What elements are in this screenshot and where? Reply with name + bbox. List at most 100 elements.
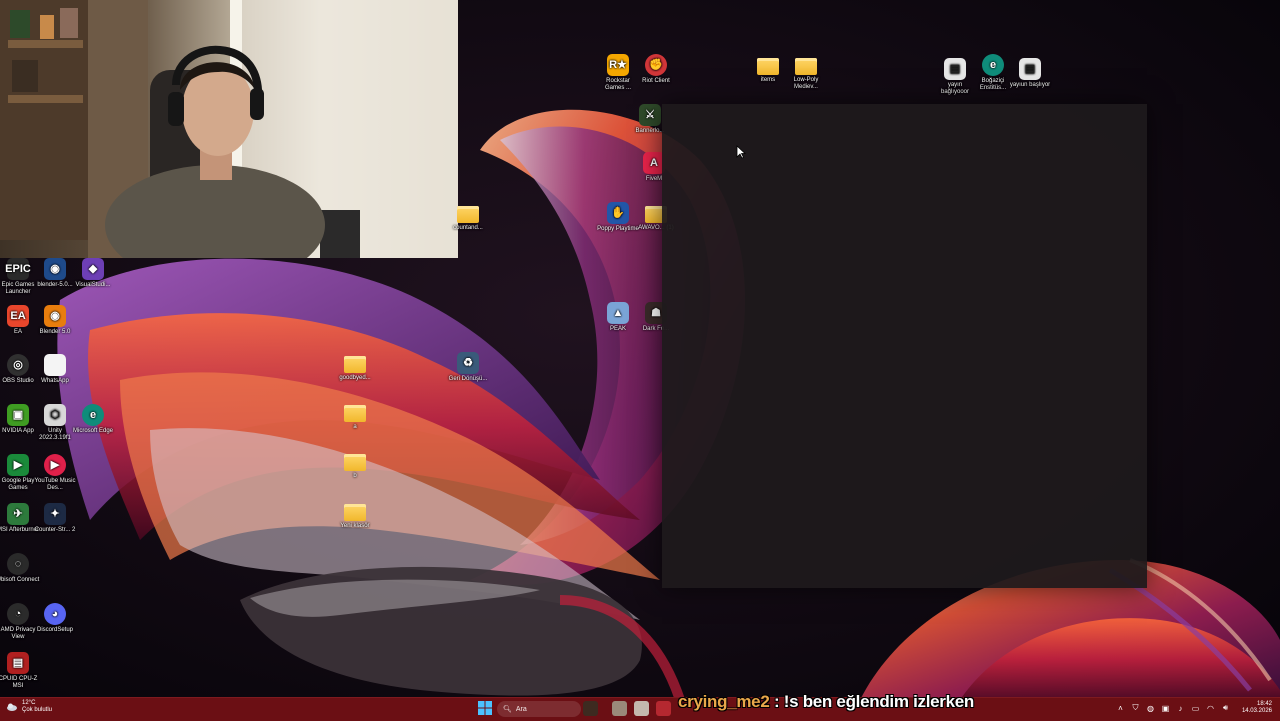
whatsapp-app-icon xyxy=(44,354,66,376)
weather-temp: 12°C xyxy=(22,700,36,706)
folder-icon xyxy=(344,405,366,422)
desktop-icon-label: VisualStudi... xyxy=(75,282,111,288)
discordsetup-app-icon: ◕ xyxy=(44,603,66,625)
desktop-icon-label: countand... xyxy=(453,225,483,231)
peak-app-icon: ▲ xyxy=(607,302,629,324)
chat-separator: : xyxy=(773,692,780,711)
desktop-icon-label: DiscordSetup xyxy=(36,627,74,633)
gpu-icon[interactable]: ▣ xyxy=(1161,704,1170,713)
taskbar-app-active[interactable] xyxy=(656,701,671,716)
amdprivacy-app-icon: ◔ xyxy=(7,603,29,625)
system-tray: ˄ ⛉ ◍ ▣ ♪ ▭ ◠ 🔊︎ 18:42 14.03.2026 xyxy=(1116,701,1272,715)
cs2-app-icon: ✦ xyxy=(44,503,66,525)
desktop-icon-label: Yeni klasör xyxy=(340,523,370,529)
desktop-icon-countand[interactable]: countand... xyxy=(446,202,490,232)
yayinbaglyoor-app-icon: ▤ xyxy=(944,58,966,80)
shield-icon[interactable]: ⛉ xyxy=(1131,703,1140,713)
desktop-icon-riot[interactable]: ✊ Riot Client xyxy=(634,54,678,85)
blender50a-app-icon: ◉ xyxy=(44,258,66,280)
desktop-icon-label: YouTube Music Des... xyxy=(34,478,76,491)
desktop-icon-label: Microsoft Edge xyxy=(72,428,114,434)
chat-message: !s ben eğlendim izlerken xyxy=(783,692,975,711)
nvidia-app-icon: ▣ xyxy=(7,404,29,426)
chevron-up-icon[interactable]: ˄ xyxy=(1116,704,1125,713)
cpuid-app-icon: ▤ xyxy=(7,652,29,674)
dark-overlay-window[interactable] xyxy=(662,104,1147,588)
cloud-icon xyxy=(7,703,17,711)
folder-icon xyxy=(795,58,817,75)
weather-widget[interactable]: 12°C Çok bulutlu xyxy=(6,700,52,714)
chat-username: crying_me2 xyxy=(678,692,770,711)
rockstar-app-icon: R★ xyxy=(607,54,629,76)
desktop-icon-label: goodbyed... xyxy=(339,375,371,381)
taskbar-app-files[interactable] xyxy=(612,701,627,716)
mic-icon[interactable]: ♪ xyxy=(1176,704,1185,713)
desktop-icon-label: yayıun başlıyor xyxy=(1009,82,1051,88)
poppy-app-icon: ✋ xyxy=(607,202,629,224)
desktop-icon-folder_b[interactable]: b xyxy=(333,450,377,480)
monitor-icon[interactable]: ▭ xyxy=(1191,704,1200,713)
folder-icon xyxy=(457,206,479,223)
desktop-icon-blender50[interactable]: ◉ Blender 5.0 xyxy=(33,305,77,336)
folder-icon xyxy=(344,356,366,373)
volume-icon[interactable]: 🔊︎ xyxy=(1221,703,1230,713)
yayinbasliyor-app-icon: ▤ xyxy=(1019,58,1041,80)
desktop-icon-whatsapp[interactable]: WhatsApp xyxy=(33,354,77,385)
desktop-icon-label: Blender 5.0 xyxy=(39,329,71,335)
desktop-icon-folder_a[interactable]: a xyxy=(333,401,377,431)
desktop-icon-ytmusic[interactable]: ▶ YouTube Music Des... xyxy=(33,454,77,492)
ubisoft-app-icon: ◌ xyxy=(7,553,29,575)
taskbar-app-store[interactable] xyxy=(634,701,649,716)
bogazici-app-icon: e xyxy=(982,54,1004,76)
start-button[interactable] xyxy=(478,701,492,715)
desktop-icon-label: a xyxy=(353,424,357,430)
desktop-icon-label: Counter-Str... 2 xyxy=(34,527,76,533)
webcam-scene xyxy=(0,0,458,258)
network-icon[interactable]: ◍ xyxy=(1146,704,1155,713)
desktop-icon-edge[interactable]: e Microsoft Edge xyxy=(71,404,115,435)
desktop-icon-label: WhatsApp xyxy=(41,378,69,384)
desktop-icon-cpuid[interactable]: ▤ CPUID CPU-Z MSI xyxy=(0,652,40,690)
clock-date: 14.03.2026 xyxy=(1241,708,1272,714)
blender50-app-icon: ◉ xyxy=(44,305,66,327)
desktop-icon-lowpoly[interactable]: Low-Poly Mediev... xyxy=(784,54,828,91)
desktop-icon-goodbye[interactable]: goodbyed... xyxy=(333,352,377,382)
desktop-icon-label: Low-Poly Mediev... xyxy=(793,77,819,90)
desktop-icon-discordsetup[interactable]: ◕ DiscordSetup xyxy=(33,603,77,634)
clock[interactable]: 18:42 14.03.2026 xyxy=(1242,701,1272,715)
edge-app-icon: e xyxy=(82,404,104,426)
taskbar: 12°C Çok bulutlu 🔍︎ Ara ˄ ⛉ ◍ ▣ ♪ ▭ ◠ 🔊︎… xyxy=(0,697,1280,721)
taskbar-app-widget[interactable] xyxy=(583,701,598,716)
stream-chat-overlay: crying_me2 : !s ben eğlendim izlerken xyxy=(678,692,974,712)
taskbar-search[interactable]: 🔍︎ Ara xyxy=(497,701,581,717)
epic-app-icon: EPIC xyxy=(5,258,31,280)
mouse-cursor-icon xyxy=(736,145,746,159)
desktop-icon-label: CPUID CPU-Z MSI xyxy=(0,676,38,689)
visualstudio-app-icon: ◆ xyxy=(82,258,104,280)
desktop-icon-yayinbasliyor[interactable]: ▤ yayıun başlıyor xyxy=(1008,58,1052,89)
desktop-icon-label: b xyxy=(353,473,357,479)
desktop-icon-geridonusum[interactable]: ♻ Geri Dönüşü... xyxy=(446,352,490,383)
wifi-icon[interactable]: ◠ xyxy=(1206,704,1215,713)
desktop-icon-visualstudio[interactable]: ◆ VisualStudi... xyxy=(71,258,115,289)
obs-app-icon: ◎ xyxy=(7,354,29,376)
unity-app-icon: ⬡ xyxy=(44,404,66,426)
folder-icon xyxy=(757,58,779,75)
desktop-icon-cs2[interactable]: ✦ Counter-Str... 2 xyxy=(33,503,77,534)
desktop-icon-label: Riot Client xyxy=(642,78,670,84)
bannerlord-app-icon: ⚔ xyxy=(639,104,661,126)
folder-icon xyxy=(344,454,366,471)
geridonusum-app-icon: ♻ xyxy=(457,352,479,374)
webcam-feed xyxy=(0,0,458,258)
search-placeholder: Ara xyxy=(515,705,527,713)
desktop-icon-ubisoft[interactable]: ◌ Ubisoft Connect xyxy=(0,553,40,584)
msiafter-app-icon: ✈ xyxy=(7,503,29,525)
riot-app-icon: ✊ xyxy=(645,54,667,76)
desktop-icon-yeniklasor[interactable]: Yeni klasör xyxy=(333,500,377,530)
ytmusic-app-icon: ▶ xyxy=(44,454,66,476)
ea-app-icon: EA xyxy=(7,305,29,327)
clock-time: 18:42 xyxy=(1256,701,1272,707)
search-icon: 🔍︎ xyxy=(503,706,512,713)
folder-icon xyxy=(344,504,366,521)
weather-desc: Çok bulutlu xyxy=(22,707,53,713)
